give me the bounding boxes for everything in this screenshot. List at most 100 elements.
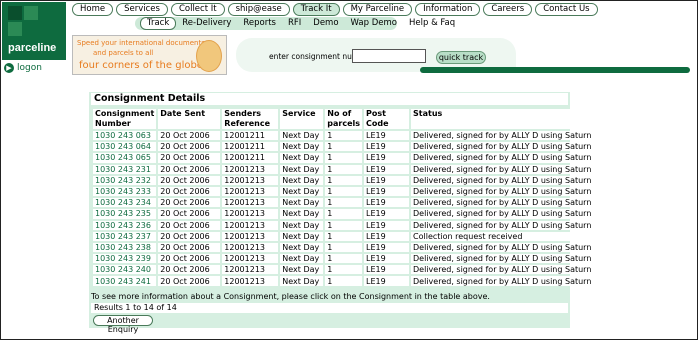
consignment-number-link[interactable]: 1030 243 238 — [93, 242, 157, 253]
service-cell: Next Day — [280, 276, 324, 286]
senders-reference-cell: 12001213 — [222, 198, 279, 208]
results-count: Results 1 to 14 of 14 — [91, 303, 568, 313]
quick-track-button[interactable]: quick track — [436, 51, 486, 64]
consignment-table: Consignment Number Date Sent Senders Ref… — [91, 107, 595, 288]
banner-line-2: and parcels to all — [93, 49, 154, 57]
service-cell: Next Day — [280, 175, 324, 185]
senders-reference-cell: 12001213 — [222, 220, 279, 230]
subnav-reports-link[interactable]: Reports — [237, 17, 282, 30]
nav-my-parceline-tab[interactable]: My Parceline — [342, 3, 413, 16]
senders-reference-cell: 12001213 — [222, 242, 279, 253]
post-code-cell: LE19 — [364, 209, 410, 219]
nav-collect-it-tab[interactable]: Collect It — [170, 3, 225, 16]
consignment-number-link[interactable]: 1030 243 234 — [93, 198, 157, 208]
date-sent-cell: 20 Oct 2006 — [158, 220, 221, 230]
column-header-status: Status — [411, 109, 594, 129]
table-row: 1030 243 240 20 Oct 2006 12001213 Next Day 1… — [93, 265, 594, 275]
consignment-number-link[interactable]: 1030 243 232 — [93, 175, 157, 185]
secondary-nav: Track Re-Delivery Reports RFI Demo Wap Demo He… — [140, 17, 461, 30]
panel-title: Consignment Details — [91, 93, 568, 105]
date-sent-cell: 20 Oct 2006 — [158, 231, 221, 241]
parceline-logo[interactable]: parceline — [2, 2, 66, 60]
status-cell: Delivered, signed for by ALLY D using Sa… — [411, 175, 594, 185]
nav-home-tab[interactable]: Home — [72, 3, 114, 16]
nav-careers-tab[interactable]: Careers — [483, 3, 533, 16]
senders-reference-cell: 12001213 — [222, 265, 279, 275]
column-header-senders-reference: Senders Reference — [222, 109, 279, 129]
column-header-post-code: Post Code — [364, 109, 410, 129]
date-sent-cell: 20 Oct 2006 — [158, 164, 221, 174]
senders-reference-cell: 12001213 — [222, 164, 279, 174]
parcels-cell: 1 — [325, 186, 363, 197]
parcels-cell: 1 — [325, 131, 363, 141]
consignment-number-link[interactable]: 1030 243 236 — [93, 220, 157, 230]
consignment-number-input[interactable] — [352, 49, 426, 63]
parcels-cell: 1 — [325, 198, 363, 208]
logo-text: parceline — [8, 42, 57, 54]
consignment-number-link[interactable]: 1030 243 065 — [93, 153, 157, 163]
service-cell: Next Day — [280, 131, 324, 141]
post-code-cell: LE19 — [364, 175, 410, 185]
date-sent-cell: 20 Oct 2006 — [158, 142, 221, 152]
another-enquiry-button[interactable]: Another Enquiry — [93, 315, 153, 334]
service-cell: Next Day — [280, 186, 324, 197]
status-cell: Delivered, signed for by ALLY D using Sa… — [411, 131, 594, 141]
table-row: 1030 243 237 20 Oct 2006 12001213 Next Day 1… — [93, 231, 594, 241]
nav-information-tab[interactable]: Information — [415, 3, 481, 16]
consignment-number-link[interactable]: 1030 243 063 — [93, 131, 157, 141]
consignment-number-link[interactable]: 1030 243 240 — [93, 265, 157, 275]
subnav-wap-demo-link[interactable]: Wap Demo — [345, 17, 403, 30]
subnav-demo-link[interactable]: Demo — [307, 17, 344, 30]
date-sent-cell: 20 Oct 2006 — [158, 254, 221, 264]
consignment-number-link[interactable]: 1030 243 233 — [93, 186, 157, 197]
status-cell: Delivered, signed for by ALLY D using Sa… — [411, 142, 594, 152]
promo-banner[interactable]: Speed your international documents and p… — [72, 35, 227, 75]
consignment-number-link[interactable]: 1030 243 231 — [93, 164, 157, 174]
service-cell: Next Day — [280, 153, 324, 163]
service-cell: Next Day — [280, 220, 324, 230]
globe-icon — [196, 40, 222, 72]
senders-reference-cell: 12001213 — [222, 209, 279, 219]
senders-reference-cell: 12001211 — [222, 131, 279, 141]
table-row: 1030 243 232 20 Oct 2006 12001213 Next Day 1… — [93, 175, 594, 185]
senders-reference-cell: 12001213 — [222, 175, 279, 185]
post-code-cell: LE19 — [364, 142, 410, 152]
parcels-cell: 1 — [325, 220, 363, 230]
nav-services-tab[interactable]: Services — [116, 3, 168, 16]
post-code-cell: LE19 — [364, 265, 410, 275]
date-sent-cell: 20 Oct 2006 — [158, 276, 221, 286]
subnav-re-delivery-link[interactable]: Re-Delivery — [176, 17, 237, 30]
date-sent-cell: 20 Oct 2006 — [158, 265, 221, 275]
status-cell: Delivered, signed for by ALLY D using Sa… — [411, 186, 594, 197]
nav-ship-ease-tab[interactable]: ship@ease — [227, 3, 290, 16]
consignment-number-link[interactable]: 1030 243 237 — [93, 231, 157, 241]
consignment-number-link[interactable]: 1030 243 235 — [93, 209, 157, 219]
subnav-rfi-link[interactable]: RFI — [282, 17, 307, 30]
logon-link[interactable]: ▶ logon — [4, 63, 42, 73]
table-row: 1030 243 241 20 Oct 2006 12001213 Next Day 1… — [93, 276, 594, 286]
status-cell: Delivered, signed for by ALLY D using Sa… — [411, 220, 594, 230]
table-row: 1030 243 238 20 Oct 2006 12001213 Next Day 1… — [93, 242, 594, 253]
status-cell: Delivered, signed for by ALLY D using Sa… — [411, 265, 594, 275]
consignment-number-link[interactable]: 1030 243 064 — [93, 142, 157, 152]
service-cell: Next Day — [280, 142, 324, 152]
senders-reference-cell: 12001213 — [222, 231, 279, 241]
service-cell: Next Day — [280, 254, 324, 264]
table-row: 1030 243 231 20 Oct 2006 12001213 Next Day 1… — [93, 164, 594, 174]
subnav-track-link[interactable]: Track — [140, 17, 177, 30]
consignment-number-link[interactable]: 1030 243 239 — [93, 254, 157, 264]
date-sent-cell: 20 Oct 2006 — [158, 131, 221, 141]
nav-contact-us-tab[interactable]: Contact Us — [535, 3, 598, 16]
column-header-consignment-number: Consignment Number — [93, 109, 157, 129]
consignment-number-link[interactable]: 1030 243 241 — [93, 276, 157, 286]
senders-reference-cell: 12001213 — [222, 186, 279, 197]
table-row: 1030 243 063 20 Oct 2006 12001211 Next Day 1… — [93, 131, 594, 141]
service-cell: Next Day — [280, 209, 324, 219]
status-cell: Delivered, signed for by ALLY D using Sa… — [411, 153, 594, 163]
nav-track-it-tab[interactable]: Track It — [292, 3, 340, 16]
subnav-help-faq-link[interactable]: Help & Faq — [403, 17, 461, 30]
status-cell: Delivered, signed for by ALLY D using Sa… — [411, 254, 594, 264]
banner-line-1: Speed your international documents — [77, 39, 205, 47]
parcels-cell: 1 — [325, 209, 363, 219]
status-cell: Delivered, signed for by ALLY D using Sa… — [411, 164, 594, 174]
